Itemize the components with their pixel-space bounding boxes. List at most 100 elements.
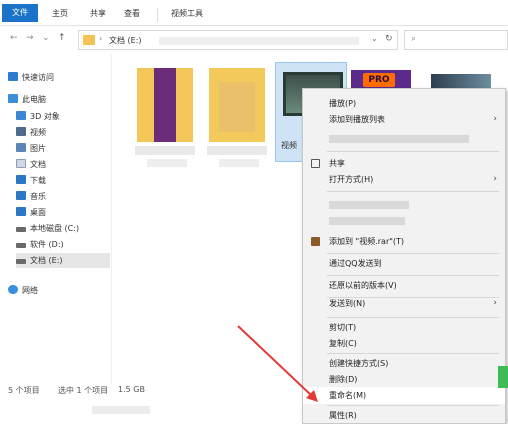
share-icon	[311, 159, 320, 168]
tab-share[interactable]: 共享	[84, 6, 112, 22]
menu-item-label: 添加到播放列表	[329, 115, 385, 124]
forward-icon[interactable]: →	[26, 33, 34, 43]
navigation-pane: 快速访问 此电脑 3D 对象 视频 图片 文档 下载 音乐 桌面 本地磁盘 (C…	[0, 54, 112, 384]
sidebar-item-downloads[interactable]: 下载	[16, 173, 110, 188]
menu-item-share[interactable]: 共享	[303, 155, 505, 172]
search-input[interactable]: ⌕	[404, 30, 508, 50]
menu-item-blurred[interactable]	[329, 135, 469, 143]
sidebar-item-label: 本地磁盘 (C:)	[30, 224, 80, 233]
file-name-blurred	[207, 146, 267, 155]
menu-item-play[interactable]: 播放(P)	[303, 95, 505, 112]
menu-item-delete[interactable]: 删除(D)	[303, 371, 505, 388]
menu-item-send-via-qq[interactable]: 通过QQ发送到	[303, 255, 505, 272]
ribbon-divider	[157, 8, 158, 22]
file-badge: PRO	[363, 73, 395, 87]
sidebar-item-drive-d[interactable]: 软件 (D:)	[16, 237, 110, 252]
tab-view[interactable]: 查看	[118, 6, 146, 22]
menu-item-properties[interactable]: 属性(R)	[303, 407, 505, 424]
sidebar-item-label: 图片	[30, 144, 46, 153]
tab-home[interactable]: 主页	[46, 6, 74, 22]
network-icon	[8, 285, 18, 294]
sidebar-item-desktop[interactable]: 桌面	[16, 205, 110, 220]
sidebar-item-3d-objects[interactable]: 3D 对象	[16, 109, 110, 124]
chevron-right-icon: ›	[493, 298, 497, 308]
menu-item-cut[interactable]: 剪切(T)	[303, 319, 505, 336]
path-separator-icon: ›	[99, 34, 103, 43]
file-item[interactable]	[135, 60, 201, 170]
menu-item-blurred[interactable]	[329, 217, 405, 225]
recent-dropdown-icon[interactable]: ⌄	[42, 33, 50, 43]
cube-icon	[16, 111, 26, 120]
up-icon[interactable]: ↑	[58, 33, 66, 43]
music-icon	[16, 191, 26, 200]
file-explorer-window: 文件 主页 共享 查看 视频工具 ← → ⌄ ↑ › 文档 (E:) ⌄ ↻ ⌕…	[0, 0, 508, 424]
menu-item-add-to-playlist[interactable]: 添加到播放列表 ›	[303, 111, 505, 128]
folder-icon	[137, 68, 193, 142]
menu-item-rename[interactable]: 重命名(M)	[303, 387, 505, 404]
tab-video-tools[interactable]: 视频工具	[162, 6, 212, 22]
menu-item-label: 通过QQ发送到	[329, 259, 382, 268]
menu-item-add-to-archive[interactable]: 添加到 "视频.rar"(T)	[303, 233, 505, 250]
sidebar-item-network[interactable]: 网络	[8, 283, 102, 298]
menu-item-label: 发送到(N)	[329, 299, 366, 308]
address-bar[interactable]: › 文档 (E:) ⌄ ↻	[78, 30, 398, 50]
search-icon: ⌕	[411, 34, 417, 44]
menu-divider	[327, 191, 499, 192]
caption-blurred	[92, 406, 150, 414]
star-icon	[8, 72, 18, 81]
menu-item-restore-versions[interactable]: 还原以前的版本(V)	[303, 277, 505, 294]
folder-icon	[83, 35, 95, 45]
path-blurred	[159, 37, 359, 45]
menu-item-label: 属性(R)	[329, 411, 357, 420]
sidebar-item-label: 快速访问	[22, 73, 54, 82]
sidebar-item-label: 此电脑	[22, 95, 46, 104]
menu-divider	[327, 405, 499, 406]
menu-item-copy[interactable]: 复制(C)	[303, 335, 505, 352]
chevron-right-icon: ›	[493, 174, 497, 184]
drive-icon	[16, 243, 26, 248]
sidebar-item-documents[interactable]: 文档	[16, 157, 110, 172]
archive-icon	[311, 237, 320, 246]
menu-item-label: 重命名(M)	[329, 391, 367, 400]
sidebar-item-quick-access[interactable]: 快速访问	[8, 70, 102, 85]
menu-item-open-with[interactable]: 打开方式(H) ›	[303, 171, 505, 188]
tab-file[interactable]: 文件	[2, 4, 38, 22]
refresh-icon[interactable]: ↻	[385, 34, 393, 44]
menu-item-label: 还原以前的版本(V)	[329, 281, 397, 290]
selected-size: 1.5 GB	[118, 385, 145, 394]
file-name-blurred	[135, 146, 195, 155]
menu-item-blurred[interactable]	[329, 201, 409, 209]
menu-item-send-to[interactable]: 发送到(N) ›	[303, 295, 505, 312]
sidebar-item-videos[interactable]: 视频	[16, 125, 110, 140]
sidebar-item-drive-e[interactable]: 文档 (E:)	[16, 253, 110, 268]
video-icon	[16, 127, 26, 136]
folder-icon	[209, 68, 265, 142]
address-dropdown-icon[interactable]: ⌄	[371, 34, 378, 43]
menu-divider	[327, 317, 499, 318]
path-text: 文档 (E:)	[109, 36, 142, 45]
context-menu: 播放(P) 添加到播放列表 › 共享 打开方式(H) › 添加到 "视频.rar"(…	[302, 88, 506, 424]
sidebar-item-label: 视频	[30, 128, 46, 137]
background-window-edge	[498, 366, 508, 388]
menu-item-label: 剪切(T)	[329, 323, 357, 332]
chevron-right-icon: ›	[493, 114, 497, 124]
menu-item-create-shortcut[interactable]: 创建快捷方式(S)	[303, 355, 505, 372]
menu-item-label: 共享	[329, 159, 345, 168]
sidebar-item-music[interactable]: 音乐	[16, 189, 110, 204]
address-row: ← → ⌄ ↑ › 文档 (E:) ⌄ ↻ ⌕	[0, 26, 508, 54]
sidebar-item-pictures[interactable]: 图片	[16, 141, 110, 156]
drive-icon	[16, 259, 26, 264]
sidebar-item-this-pc[interactable]: 此电脑	[8, 92, 102, 107]
sidebar-item-label: 下载	[30, 176, 46, 185]
back-icon[interactable]: ←	[10, 33, 18, 43]
sidebar-item-drive-c[interactable]: 本地磁盘 (C:)	[16, 221, 110, 236]
desktop-icon	[16, 207, 26, 216]
computer-icon	[8, 94, 18, 103]
menu-item-label: 删除(D)	[329, 375, 358, 384]
sidebar-item-label: 文档	[30, 160, 46, 169]
sidebar-item-label: 3D 对象	[30, 112, 60, 121]
menu-item-label: 打开方式(H)	[329, 175, 374, 184]
file-item[interactable]	[207, 60, 273, 170]
menu-divider	[327, 151, 499, 152]
sidebar-item-label: 桌面	[30, 208, 46, 217]
